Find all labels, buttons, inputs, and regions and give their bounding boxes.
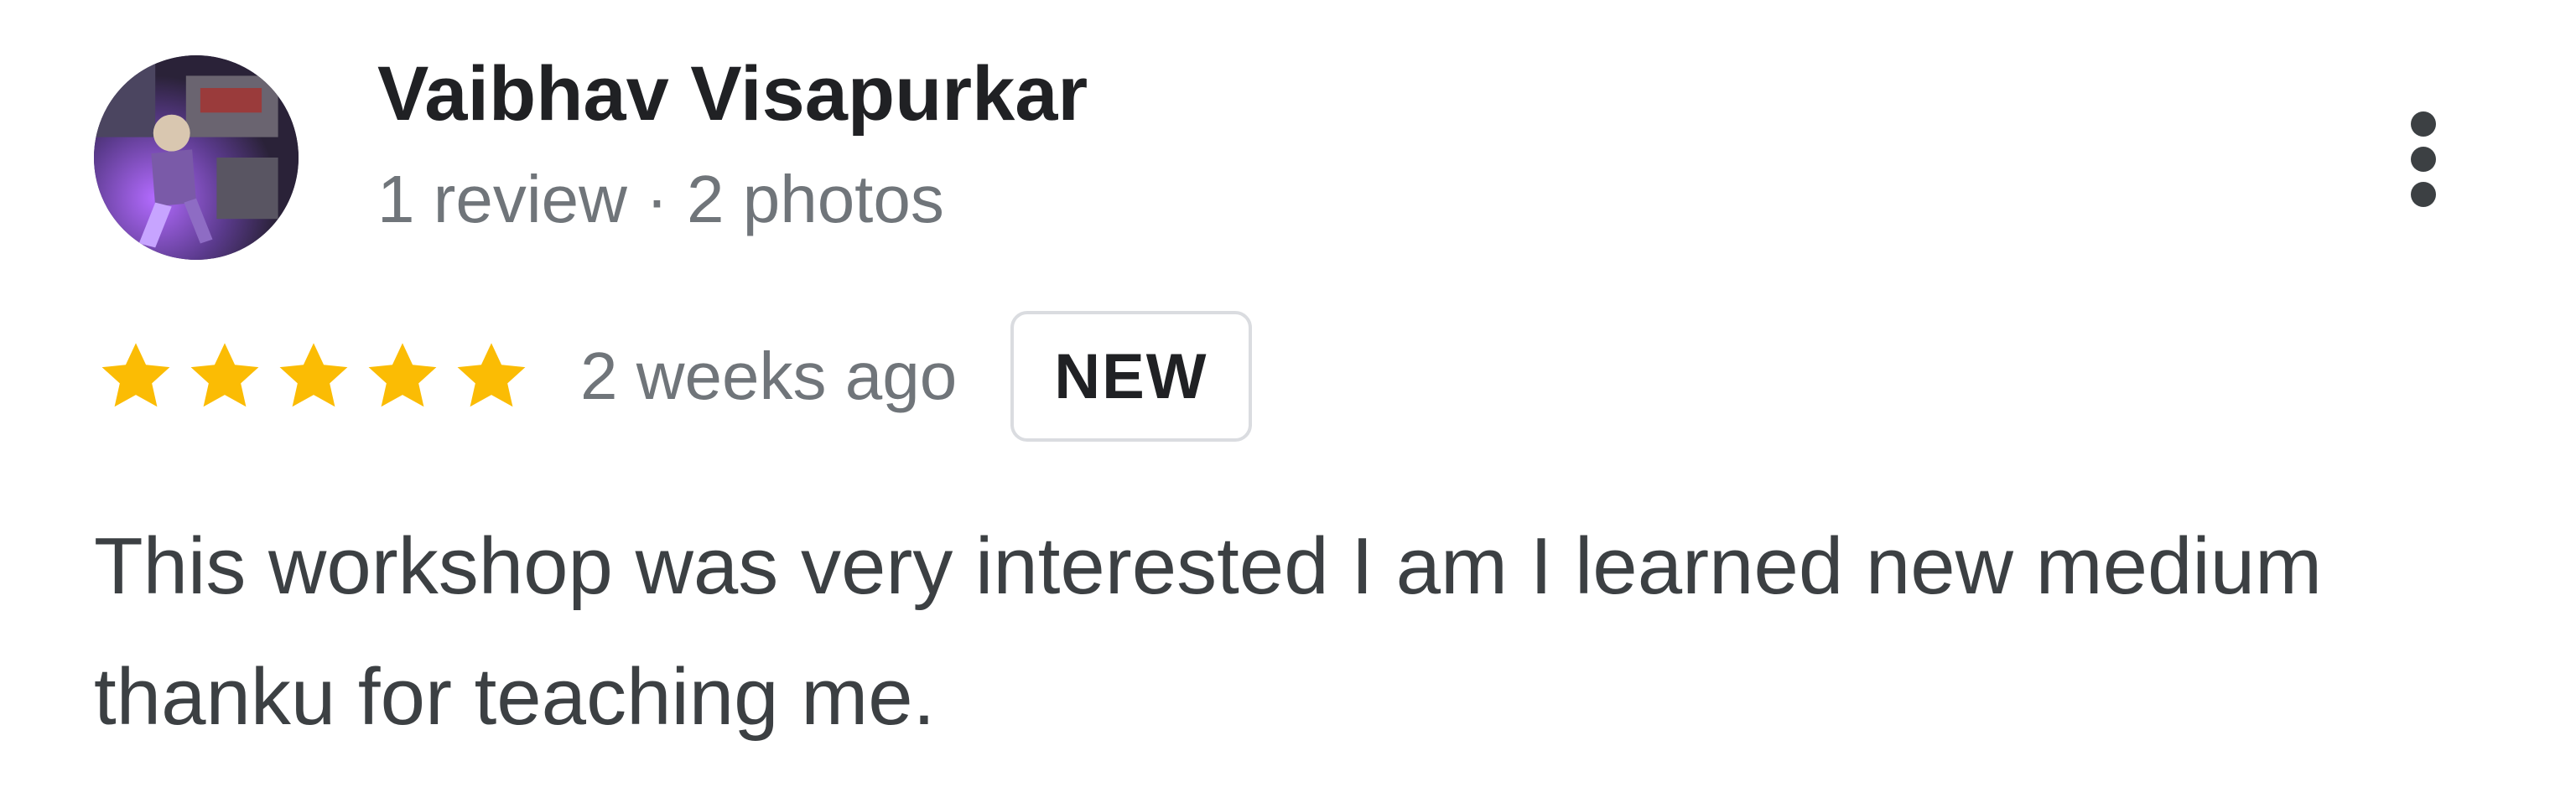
- more-options-button[interactable]: [2390, 101, 2457, 218]
- star-icon: [361, 334, 444, 418]
- star-icon: [449, 334, 533, 418]
- review-card: Vaibhav Visapurkar 1 review · 2 photos 2…: [0, 0, 2576, 787]
- more-vert-icon: [2411, 111, 2436, 137]
- author-meta[interactable]: 1 review · 2 photos: [377, 166, 944, 233]
- star-icon: [183, 334, 267, 418]
- more-vert-icon: [2411, 182, 2436, 207]
- more-vert-icon: [2411, 147, 2436, 172]
- new-badge: NEW: [1010, 311, 1252, 442]
- rating-row: 2 weeks ago NEW: [94, 308, 1252, 444]
- author-name[interactable]: Vaibhav Visapurkar: [377, 55, 1088, 132]
- star-rating: [94, 334, 533, 418]
- avatar-image: [94, 55, 299, 260]
- star-icon: [272, 334, 356, 418]
- review-time: 2 weeks ago: [580, 339, 958, 413]
- star-icon: [94, 334, 178, 418]
- review-text: This workshop was very interested I am I…: [94, 521, 2323, 742]
- avatar[interactable]: [94, 55, 299, 260]
